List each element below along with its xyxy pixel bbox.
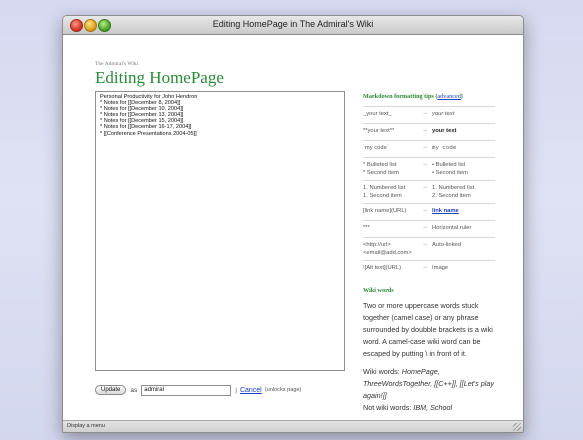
submit-row: Update as admiral | Cancel (unlocks page… bbox=[95, 384, 301, 396]
not-wiki-prefix: Not wiki words: bbox=[363, 403, 412, 412]
tip-source: **your text** bbox=[363, 128, 395, 134]
separator: | bbox=[235, 386, 237, 394]
tip-source: * Second item bbox=[363, 170, 400, 176]
not-wiki-list: IBM, School bbox=[413, 403, 453, 412]
tip-row: ![Alt text](URL) → Image bbox=[363, 260, 495, 277]
tip-result-link[interactable]: link name bbox=[432, 207, 495, 215]
advanced-link[interactable]: advanced bbox=[437, 93, 460, 100]
resize-grip-icon[interactable] bbox=[513, 423, 521, 431]
wiki-words-examples: Wiki words: HomePage, ThreeWordsTogether… bbox=[363, 366, 495, 414]
tips-heading: Markdown formatting tips (advanced) bbox=[363, 93, 463, 100]
as-label: as bbox=[130, 386, 138, 394]
close-window-icon[interactable] bbox=[70, 19, 83, 32]
wiki-words-description: Two or more uppercase words stuck togeth… bbox=[363, 301, 493, 358]
arrow-icon: → bbox=[422, 110, 428, 116]
content-textarea[interactable]: Personal Productivity for John Hendron *… bbox=[95, 91, 345, 371]
wiki-name[interactable]: The Admiral's Wiki bbox=[95, 61, 138, 67]
tip-source: [link name](URL) bbox=[363, 208, 407, 214]
status-text: Display a menu bbox=[67, 423, 105, 429]
tip-row: 1. Numbered list 1. Second item → 1. Num… bbox=[363, 180, 495, 203]
cancel-link[interactable]: Cancel bbox=[240, 387, 262, 394]
tip-source: <http://url> bbox=[363, 242, 391, 248]
page-title: Editing HomePage bbox=[95, 68, 224, 87]
tip-source: ![Alt text](URL) bbox=[363, 265, 402, 271]
tip-source: * Bulleted list bbox=[363, 162, 397, 168]
tip-result: • Bulleted list bbox=[432, 162, 466, 168]
arrow-icon: → bbox=[422, 144, 428, 150]
zoom-window-icon[interactable] bbox=[98, 19, 111, 32]
arrow-icon: → bbox=[422, 224, 428, 230]
arrow-icon: → bbox=[422, 207, 428, 213]
tip-result: your text bbox=[432, 128, 457, 134]
tip-source: *** bbox=[363, 225, 370, 231]
arrow-icon: → bbox=[422, 127, 428, 133]
tip-result: Image bbox=[432, 265, 449, 271]
tip-row: <http://url> <email@add.com> → Auto-link… bbox=[363, 237, 495, 260]
status-bar: Display a menu bbox=[63, 420, 523, 432]
wiki-words-heading: Wiki words bbox=[363, 287, 394, 294]
tip-result: your text bbox=[432, 111, 455, 117]
tip-source: `my code` bbox=[363, 145, 389, 151]
arrow-icon: → bbox=[422, 161, 428, 167]
help-sidebar: Markdown formatting tips (advanced) _you… bbox=[363, 93, 495, 414]
tip-source: _your text_ bbox=[363, 111, 392, 117]
tip-source: 1. Numbered list bbox=[363, 185, 406, 191]
browser-window: Editing HomePage in The Admiral's Wiki T… bbox=[62, 15, 524, 433]
tip-row: **your text** → your text bbox=[363, 123, 495, 140]
arrow-icon: → bbox=[422, 264, 428, 270]
arrow-icon: → bbox=[422, 241, 428, 247]
tip-result: 2. Second item bbox=[432, 193, 471, 199]
tip-source: 1. Second item bbox=[363, 193, 402, 199]
tip-result: 1. Numbered list bbox=[432, 185, 475, 191]
tip-result: Horizontal ruler bbox=[432, 225, 472, 231]
examples-prefix: Wiki words: bbox=[363, 367, 400, 376]
tips-heading-text: Markdown formatting tips bbox=[363, 93, 434, 100]
window-title: Editing HomePage in The Admiral's Wiki bbox=[212, 19, 374, 29]
unlocks-note: (unlocks page) bbox=[264, 387, 302, 393]
tip-row: *** → Horizontal ruler bbox=[363, 220, 495, 237]
author-input[interactable]: admiral bbox=[141, 384, 232, 396]
tip-result: my code bbox=[432, 144, 457, 151]
tip-result: Auto-linked bbox=[432, 242, 462, 248]
editor-line: * [[Conference Presentations 2004-05]] bbox=[100, 130, 197, 137]
arrow-icon: → bbox=[422, 184, 428, 190]
tip-row: * Bulleted list * Second item → • Bullet… bbox=[363, 157, 495, 180]
tip-row: `my code` → my code bbox=[363, 140, 495, 157]
tip-source: <email@add.com> bbox=[363, 250, 412, 256]
minimize-window-icon[interactable] bbox=[84, 19, 97, 32]
page-content: The Admiral's Wiki Editing HomePage Pers… bbox=[63, 35, 523, 420]
title-bar[interactable]: Editing HomePage in The Admiral's Wiki bbox=[63, 16, 523, 35]
update-button[interactable]: Update bbox=[95, 385, 127, 395]
tip-row: [link name](URL) → link name bbox=[363, 203, 495, 220]
tip-row: _your text_ → your text bbox=[363, 106, 495, 123]
tip-result: • Second item bbox=[432, 170, 468, 176]
